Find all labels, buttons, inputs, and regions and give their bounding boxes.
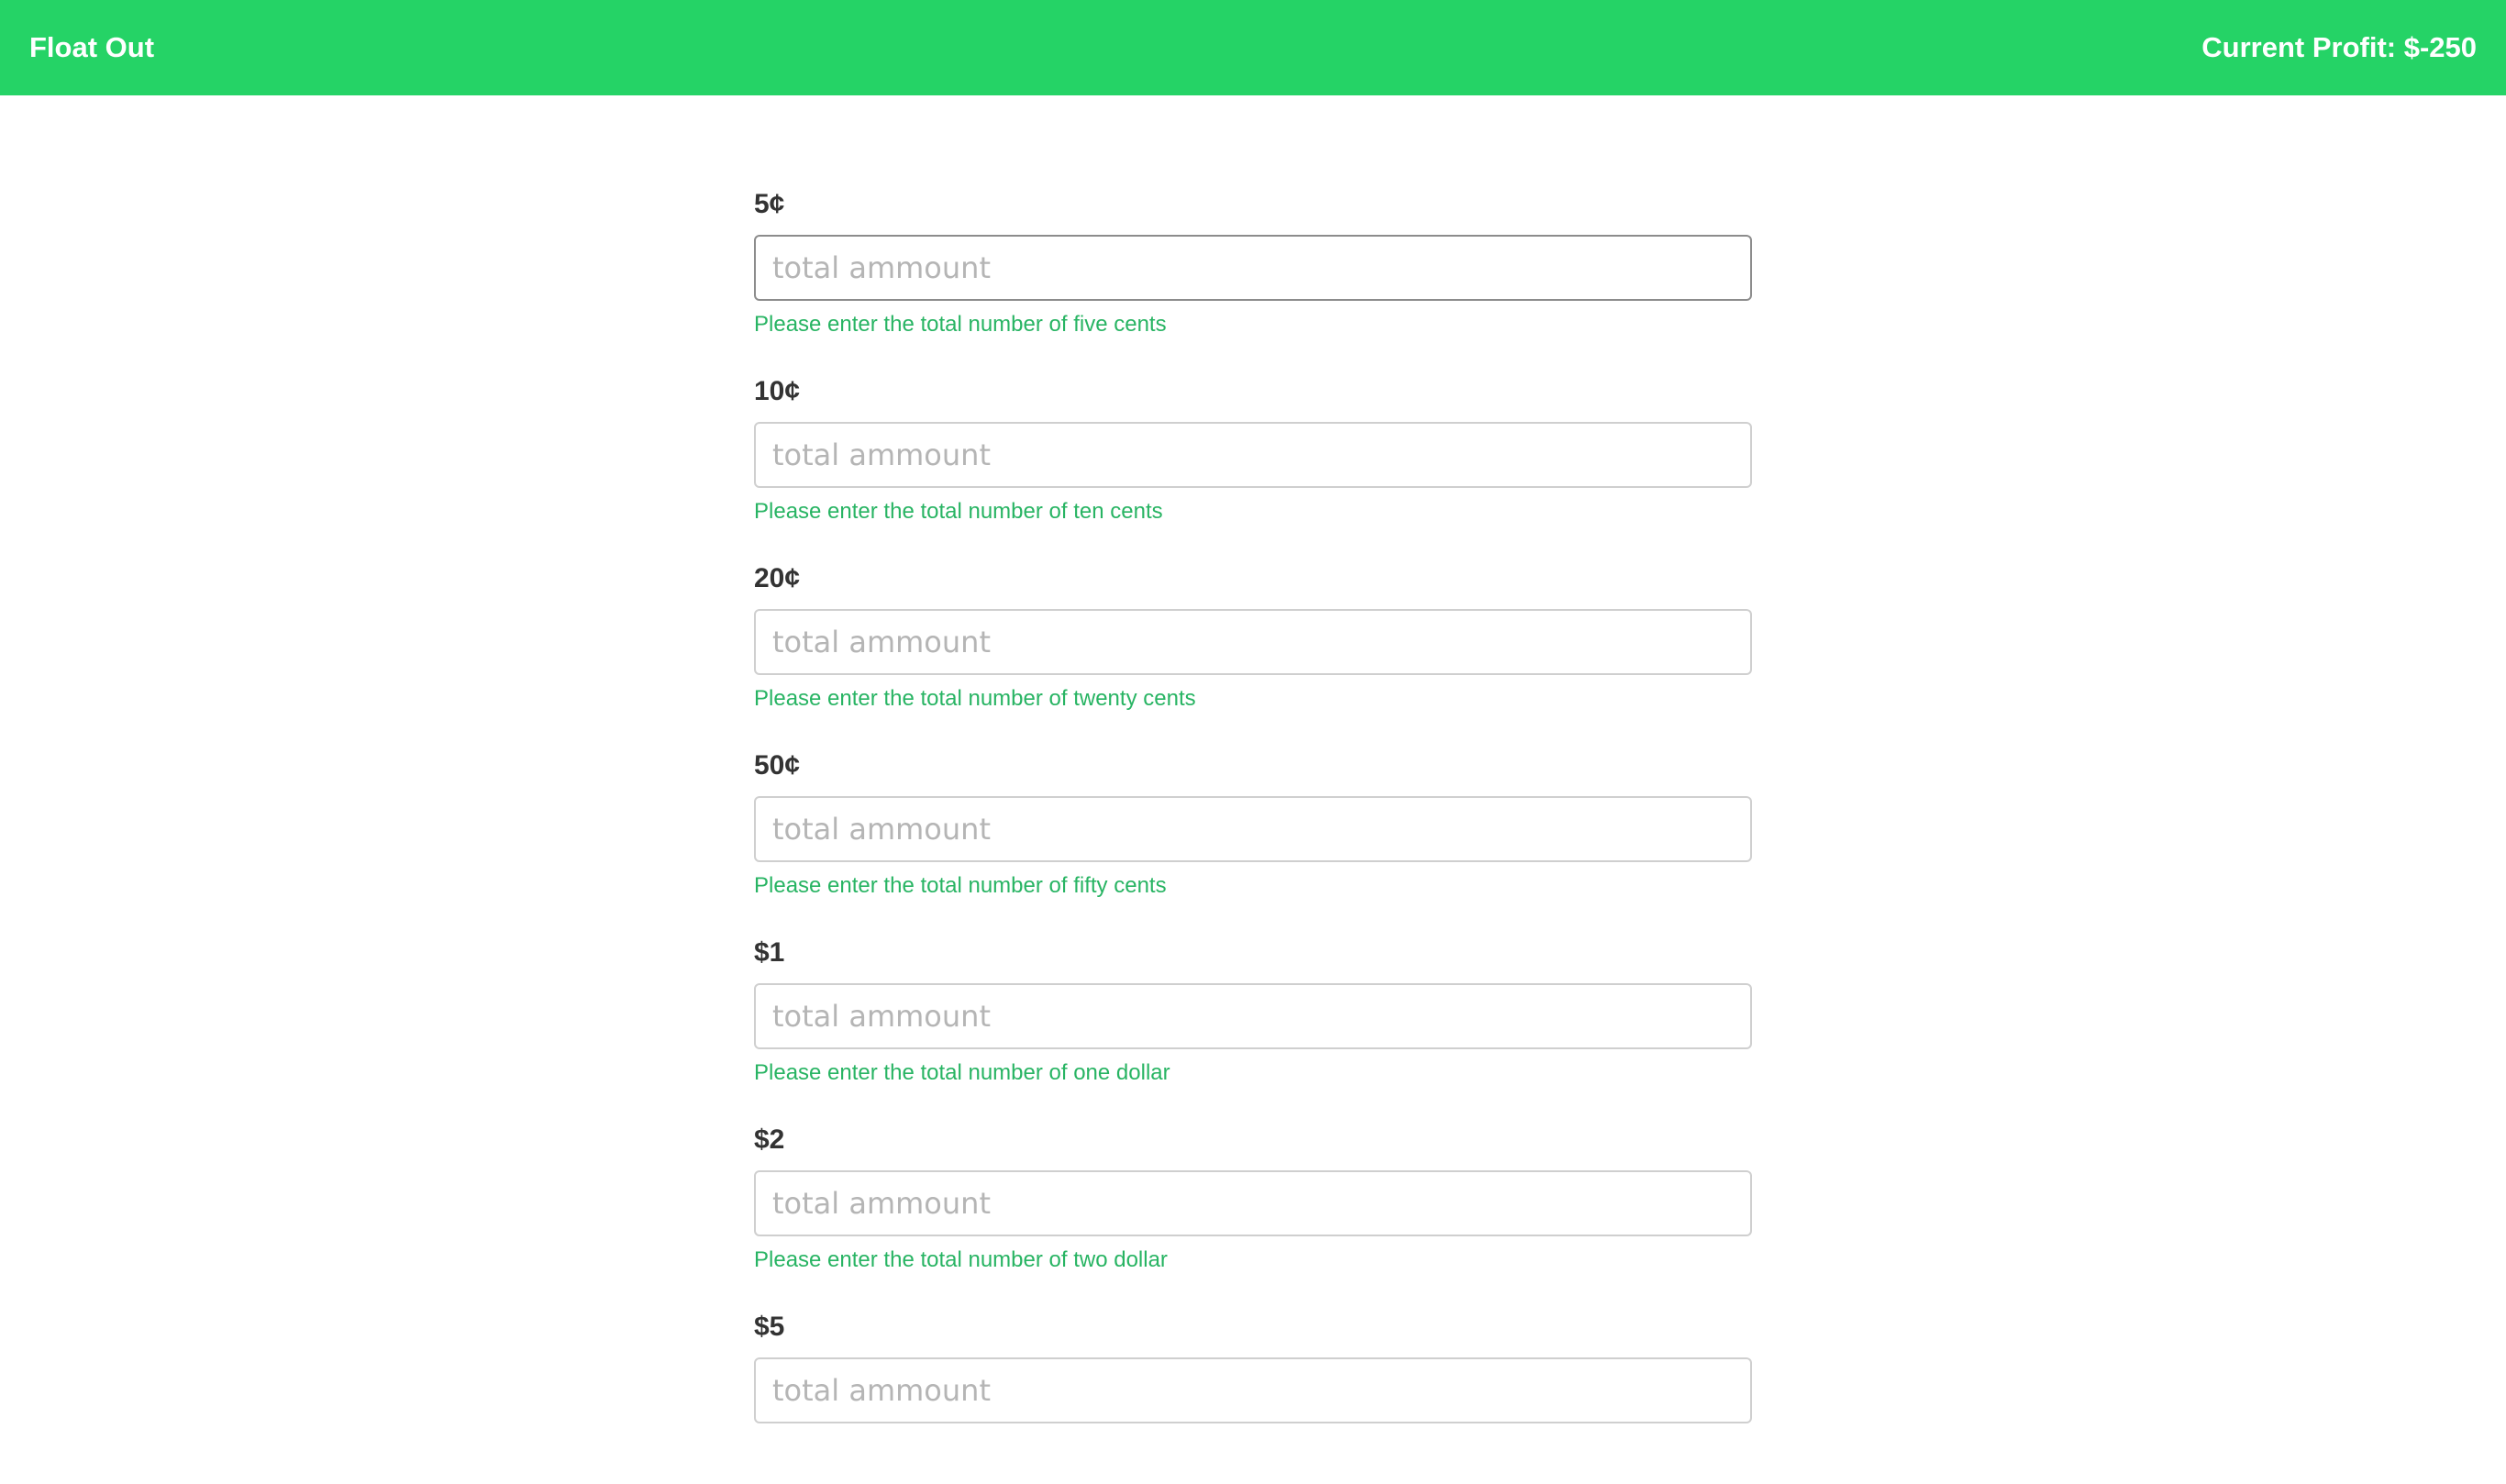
field-help-text: Please enter the total number of twenty … [754, 686, 1196, 711]
five-cents-amount-input[interactable] [754, 235, 1752, 301]
field-group-five-dollar: $5 [754, 1297, 1752, 1484]
field-group-ten-cents: 10¢ Please enter the total number of ten… [754, 361, 1752, 548]
two-dollar-amount-input[interactable] [754, 1170, 1752, 1236]
field-label: 20¢ [754, 563, 801, 593]
field-label: 10¢ [754, 376, 801, 406]
field-label: $1 [754, 937, 785, 968]
field-label: 50¢ [754, 750, 801, 781]
field-group-fifty-cents: 50¢ Please enter the total number of fif… [754, 736, 1752, 923]
field-help-text: Please enter the total number of five ce… [754, 312, 1167, 337]
field-group-five-cents: 5¢ Please enter the total number of five… [754, 174, 1752, 361]
field-label: $2 [754, 1124, 785, 1155]
field-group-two-dollar: $2 Please enter the total number of two … [754, 1110, 1752, 1297]
five-dollar-amount-input[interactable] [754, 1357, 1752, 1423]
float-out-form: 5¢ Please enter the total number of five… [754, 174, 1752, 1484]
field-help-text: Please enter the total number of ten cen… [754, 499, 1163, 524]
top-nav-bar: Float Out Current Profit: $-250 [0, 0, 2506, 95]
field-label: $5 [754, 1312, 785, 1342]
field-group-one-dollar: $1 Please enter the total number of one … [754, 923, 1752, 1110]
fifty-cents-amount-input[interactable] [754, 796, 1752, 862]
field-help-text: Please enter the total number of two dol… [754, 1247, 1168, 1272]
field-help-text: Please enter the total number of one dol… [754, 1060, 1170, 1085]
one-dollar-amount-input[interactable] [754, 983, 1752, 1049]
field-label: 5¢ [754, 189, 785, 219]
twenty-cents-amount-input[interactable] [754, 609, 1752, 675]
brand-title[interactable]: Float Out [29, 31, 154, 64]
ten-cents-amount-input[interactable] [754, 422, 1752, 488]
field-help-text: Please enter the total number of fifty c… [754, 873, 1167, 898]
current-profit: Current Profit: $-250 [2201, 31, 2477, 63]
field-group-twenty-cents: 20¢ Please enter the total number of twe… [754, 548, 1752, 736]
